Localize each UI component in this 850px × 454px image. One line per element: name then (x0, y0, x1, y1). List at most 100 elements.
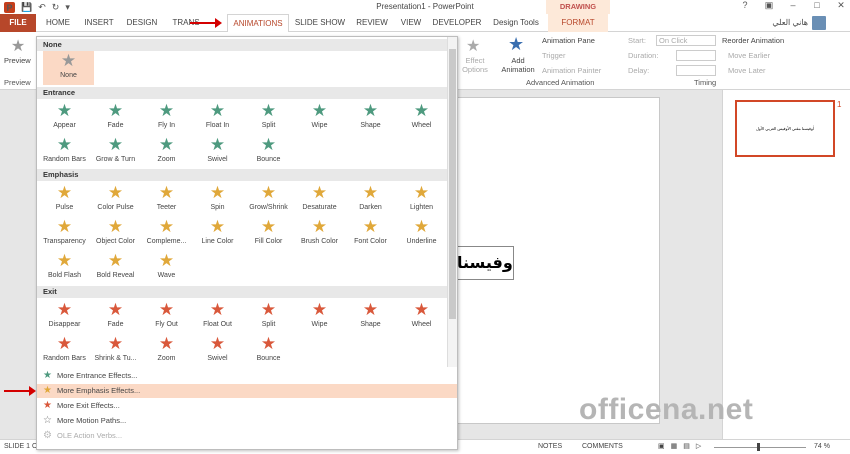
effect-emphasis-item[interactable]: ★ Desaturate (294, 183, 345, 217)
tab-animations[interactable]: ANIMATIONS (227, 14, 289, 33)
effect-entrance-item[interactable]: ★ Bounce (243, 135, 294, 169)
view-buttons[interactable]: ▣▦▤▷ (658, 440, 707, 454)
zoom-thumb[interactable] (757, 443, 760, 451)
preview-star-icon[interactable]: ★ (6, 36, 30, 56)
tab-insert[interactable]: INSERT (80, 14, 118, 32)
effect-emphasis-item[interactable]: ★ Brush Color (294, 217, 345, 251)
tab-review[interactable]: REVIEW (352, 14, 392, 32)
trigger-button[interactable]: Trigger (542, 51, 565, 60)
effect-emphasis-item[interactable]: ★ Pulse (39, 183, 90, 217)
more-emphasis-effects[interactable]: ★ More Emphasis Effects... (37, 384, 457, 398)
advanced-group-label: Advanced Animation (526, 78, 595, 87)
tab-design[interactable]: DESIGN (122, 14, 162, 32)
tab-slide-show[interactable]: SLIDE SHOW (293, 14, 347, 32)
effect-entrance-item[interactable]: ★ Zoom (141, 135, 192, 169)
ribbon-display-icon[interactable]: ▣ (762, 0, 776, 11)
preview-button[interactable]: Preview (4, 56, 31, 65)
effect-emphasis-item[interactable]: ★ Color Pulse (90, 183, 141, 217)
start-select[interactable]: On Click (656, 35, 716, 46)
effect-entrance-item[interactable]: ★ Fade (90, 101, 141, 135)
effect-entrance-item[interactable]: ★ Float In (192, 101, 243, 135)
tab-developer[interactable]: DEVELOPER (432, 14, 482, 32)
effect-exit-item[interactable]: ★ Split (243, 300, 294, 334)
zoom-level[interactable]: 74 % (814, 440, 830, 454)
effect-entrance-item[interactable]: ★ Wipe (294, 101, 345, 135)
effect-exit-item[interactable]: ★ Fade (90, 300, 141, 334)
gallery-scrollbar[interactable] (447, 37, 457, 367)
effect-emphasis-item[interactable]: ★ Underline (396, 217, 447, 251)
help-icon[interactable]: ? (738, 0, 752, 11)
effect-label: Font Color (354, 238, 387, 245)
effect-entrance-item[interactable]: ★ Appear (39, 101, 90, 135)
minimize-icon[interactable]: – (786, 0, 800, 11)
effect-entrance-item[interactable]: ★ Wheel (396, 101, 447, 135)
effect-emphasis-item[interactable]: ★ Bold Reveal (90, 251, 141, 285)
restore-icon[interactable]: □ (810, 0, 824, 11)
effect-entrance-item[interactable]: ★ Fly In (141, 101, 192, 135)
effect-exit-item[interactable]: ★ Swivel (192, 334, 243, 368)
animation-pane-button[interactable]: Animation Pane (542, 36, 595, 45)
effect-entrance-item[interactable]: ★ Grow & Turn (90, 135, 141, 169)
zoom-slider[interactable] (714, 447, 806, 448)
effect-emphasis-item[interactable]: ★ Object Color (90, 217, 141, 251)
effect-entrance-item[interactable]: ★ Swivel (192, 135, 243, 169)
move-earlier-button[interactable]: Move Earlier (728, 51, 770, 60)
effect-options-button[interactable]: Effect Options (458, 56, 492, 74)
effect-entrance-item[interactable]: ★ Shape (345, 101, 396, 135)
emphasis-effect-star-icon: ★ (260, 217, 277, 236)
effect-exit-item[interactable]: ★ Shape (345, 300, 396, 334)
effect-emphasis-item[interactable]: ★ Grow/Shrink (243, 183, 294, 217)
effect-emphasis-item[interactable]: ★ Darken (345, 183, 396, 217)
effect-emphasis-item[interactable]: ★ Compleme... (141, 217, 192, 251)
emphasis-effect-star-icon: ★ (209, 217, 226, 236)
duration-label: Duration: (628, 51, 659, 60)
scrollbar-thumb[interactable] (449, 49, 456, 319)
comments-button[interactable]: COMMENTS (582, 440, 623, 454)
ole-action-verbs[interactable]: ⚙ OLE Action Verbs... (37, 429, 457, 443)
tab-file[interactable]: FILE (0, 14, 36, 32)
effect-emphasis-item[interactable]: ★ Spin (192, 183, 243, 217)
effect-emphasis-item[interactable]: ★ Fill Color (243, 217, 294, 251)
effect-exit-item[interactable]: ★ Random Bars (39, 334, 90, 368)
effect-emphasis-item[interactable]: ★ Teeter (141, 183, 192, 217)
effect-exit-item[interactable]: ★ Fly Out (141, 300, 192, 334)
effect-exit-item[interactable]: ★ Wheel (396, 300, 447, 334)
notes-button[interactable]: NOTES (538, 440, 562, 454)
effect-emphasis-item[interactable]: ★ Line Color (192, 217, 243, 251)
more-exit-effects[interactable]: ★ More Exit Effects... (37, 399, 457, 413)
close-icon[interactable]: ✕ (834, 0, 848, 11)
duration-input[interactable] (676, 50, 716, 61)
effect-emphasis-item[interactable]: ★ Lighten (396, 183, 447, 217)
effect-exit-item[interactable]: ★ Disappear (39, 300, 90, 334)
tab-format[interactable]: FORMAT (548, 14, 608, 32)
add-animation-button[interactable]: Add Animation (498, 56, 538, 74)
effect-exit-item[interactable]: ★ Float Out (192, 300, 243, 334)
tab-home[interactable]: HOME (40, 14, 76, 32)
effect-exit-item[interactable]: ★ Wipe (294, 300, 345, 334)
effect-entrance-item[interactable]: ★ Split (243, 101, 294, 135)
animation-painter-button[interactable]: Animation Painter (542, 66, 601, 75)
effect-exit-item[interactable]: ★ Shrink & Tu... (90, 334, 141, 368)
animation-gallery: None ★ None Entrance ★ Appear ★ Fade ★ Fly In… (36, 36, 458, 450)
delay-input[interactable] (676, 65, 716, 76)
add-animation-icon[interactable]: ★ (508, 34, 524, 55)
effect-label: Bounce (256, 355, 281, 362)
effect-label: Appear (53, 122, 76, 129)
effect-emphasis-item[interactable]: ★ Transparency (39, 217, 90, 251)
effect-entrance-item[interactable]: ★ Random Bars (39, 135, 90, 169)
move-later-button[interactable]: Move Later (728, 66, 766, 75)
user-account[interactable]: هاني العلي (772, 14, 826, 32)
tab-design-tools[interactable]: Design Tools (488, 14, 544, 32)
effect-none[interactable]: ★ None (43, 51, 94, 85)
effect-label: Object Color (96, 238, 135, 245)
effect-exit-item[interactable]: ★ Bounce (243, 334, 294, 368)
slide-textbox[interactable]: أوفيسنا (456, 246, 514, 280)
more-motion-paths[interactable]: ☆ More Motion Paths... (37, 414, 457, 428)
effect-emphasis-item[interactable]: ★ Bold Flash (39, 251, 90, 285)
tab-view[interactable]: VIEW (396, 14, 426, 32)
effect-exit-item[interactable]: ★ Zoom (141, 334, 192, 368)
slide-thumbnail[interactable]: أوفيسنا مقتي الأوفيس العربي الأول (735, 100, 835, 157)
more-entrance-effects[interactable]: ★ More Entrance Effects... (37, 369, 457, 383)
effect-emphasis-item[interactable]: ★ Wave (141, 251, 192, 285)
effect-emphasis-item[interactable]: ★ Font Color (345, 217, 396, 251)
